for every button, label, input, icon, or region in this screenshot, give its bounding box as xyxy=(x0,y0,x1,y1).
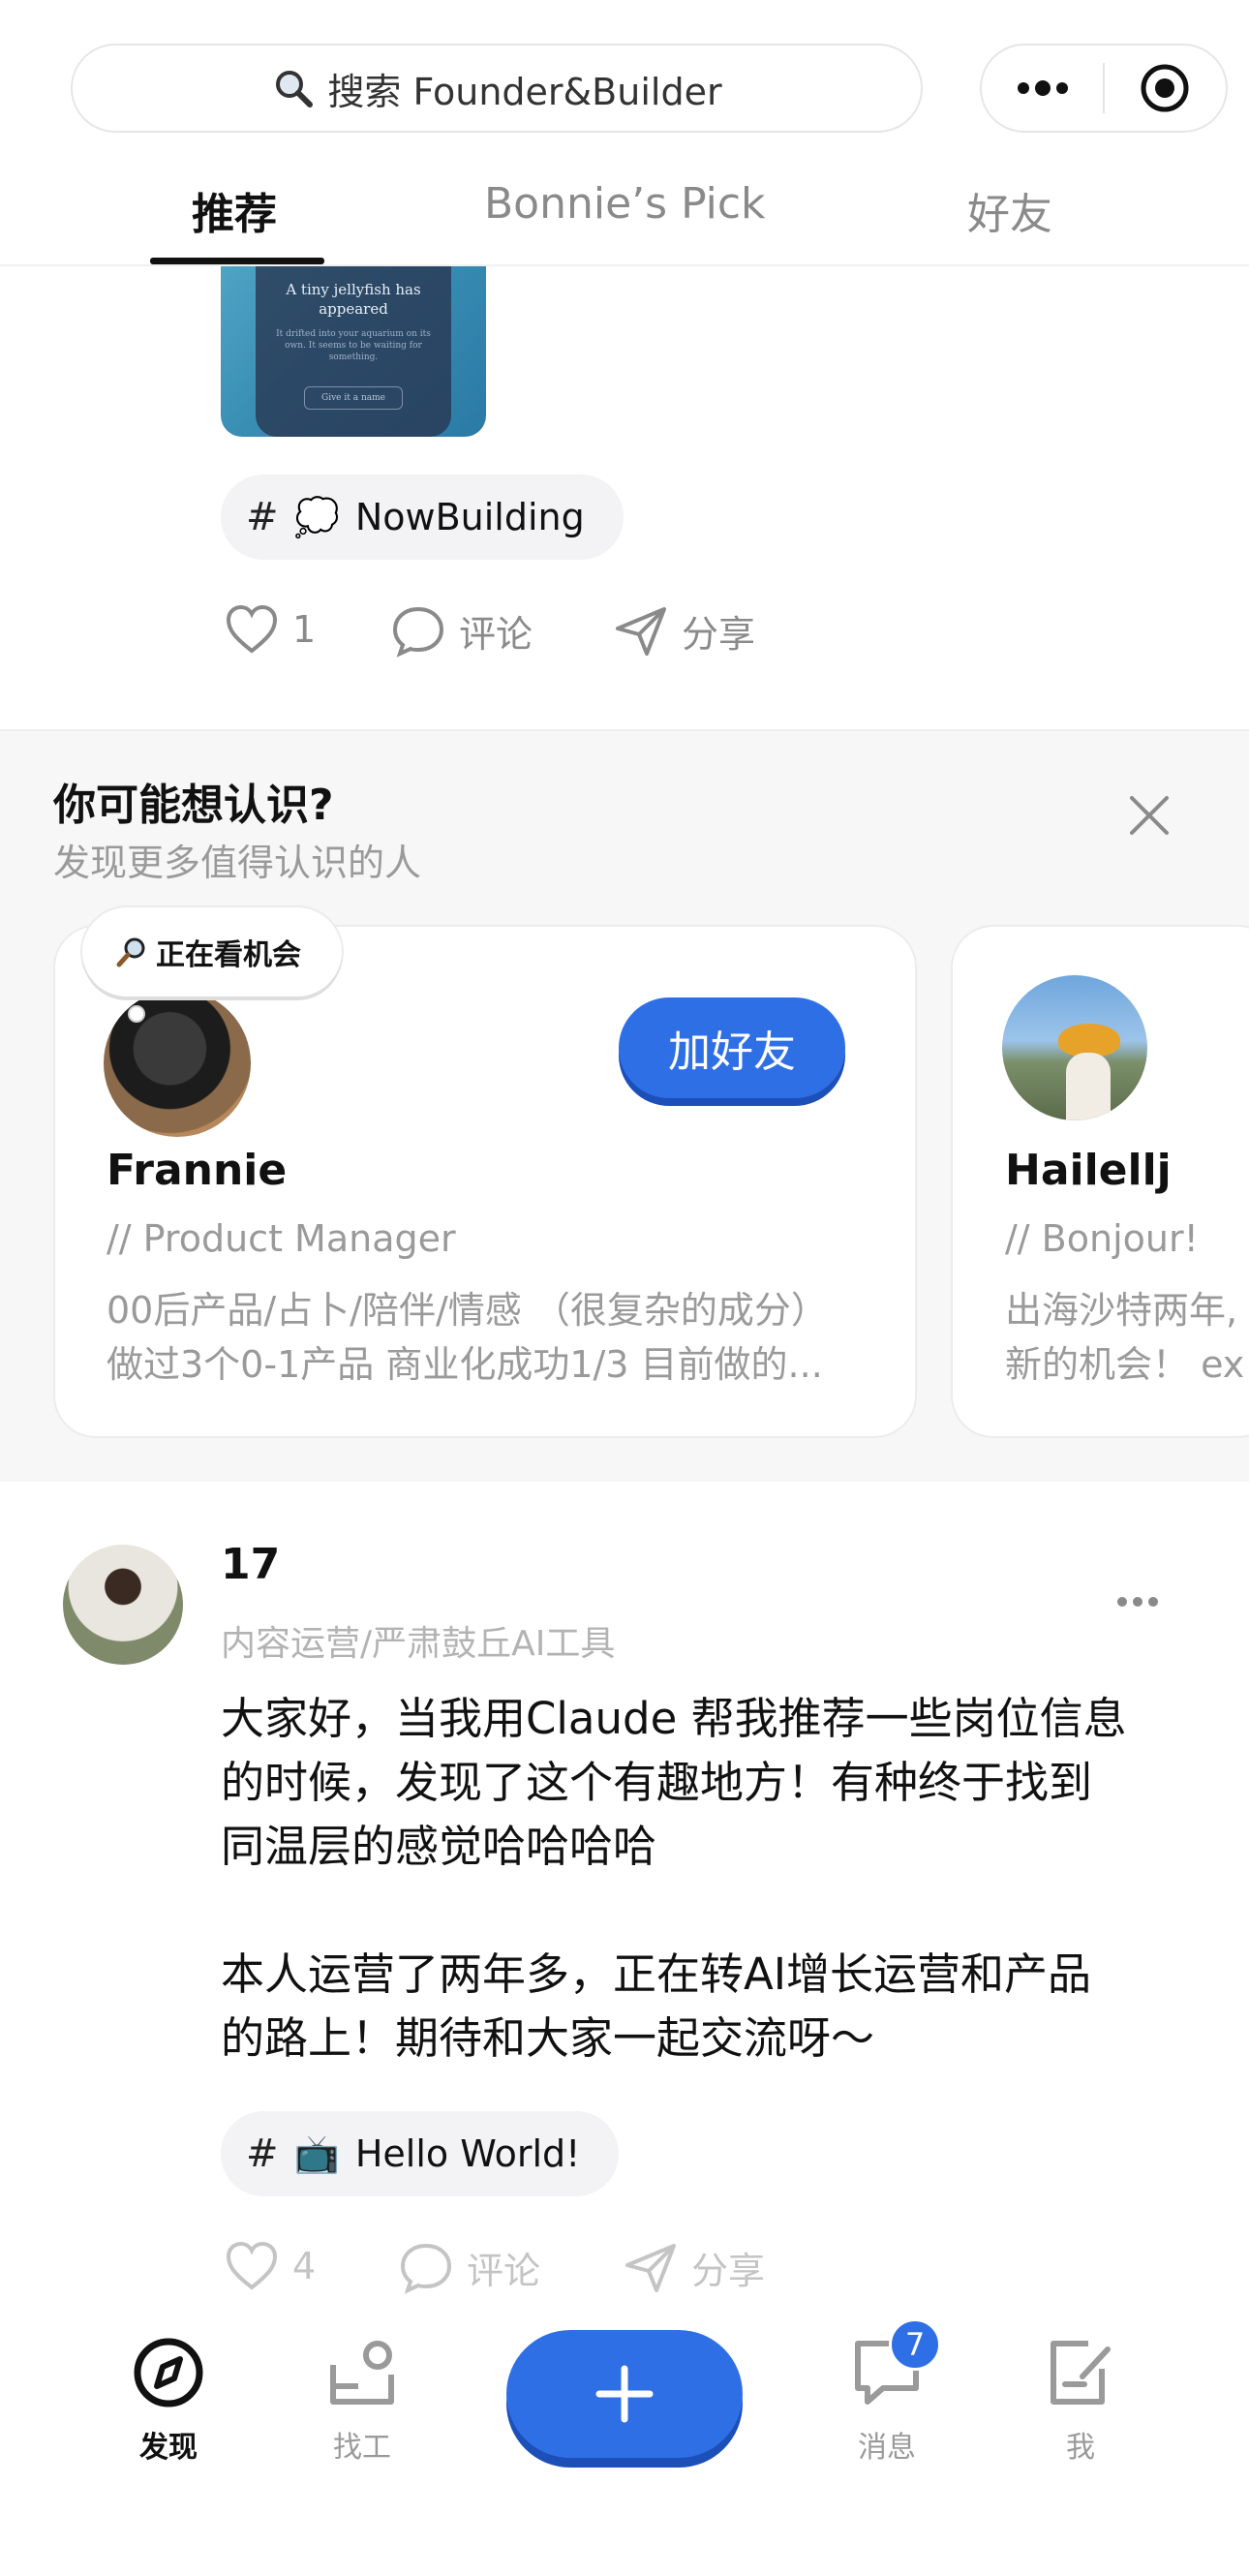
magnifier-icon xyxy=(115,935,148,968)
image-button-label: Give it a name xyxy=(304,386,403,410)
comment-icon xyxy=(400,2243,452,2294)
person-name: Frannie xyxy=(107,1146,288,1195)
comment-button[interactable]: 评论 xyxy=(391,604,533,658)
like-count: 1 xyxy=(292,608,317,651)
target-icon xyxy=(1141,64,1189,112)
person-bio-line1: 00后产品/占卜/陪伴/情感 （很复杂的成分） xyxy=(107,1289,828,1332)
avatar[interactable] xyxy=(63,1545,183,1665)
tag-emoji: 📺 xyxy=(293,2131,340,2175)
tag-emoji: 💭 xyxy=(293,495,340,538)
nav-messages[interactable]: 消息 xyxy=(809,2336,964,2466)
person-title: // Product Manager xyxy=(107,1217,456,1260)
image-panel: A tiny jellyfish has appeared It drifted… xyxy=(256,266,451,437)
tag-label: Hello World! xyxy=(354,2132,581,2175)
heart-icon xyxy=(226,604,278,654)
more-dots-icon xyxy=(1017,80,1068,96)
hash-icon: # xyxy=(246,495,279,539)
comment-icon xyxy=(392,606,444,658)
send-icon xyxy=(625,2243,676,2292)
post-line: 大家好，当我用Claude 帮我推荐一些岗位信息 xyxy=(221,1693,1127,1744)
tab-friends[interactable]: 好友 xyxy=(967,179,1052,241)
tag-label: NowBuilding xyxy=(354,496,585,538)
status-text: 正在看机会 xyxy=(156,938,301,972)
nav-me[interactable]: 我 xyxy=(1003,2336,1158,2466)
comment-label: 评论 xyxy=(467,2250,541,2292)
person-bio-line2: 新的机会！ ex xyxy=(1005,1343,1245,1386)
nav-find-work[interactable]: 找工 xyxy=(285,2336,440,2466)
comment-label: 评论 xyxy=(459,613,533,656)
section-title: 你可能想认识? xyxy=(53,781,334,830)
nav-label: 我 xyxy=(1066,2431,1095,2465)
author-name[interactable]: 17 xyxy=(221,1540,280,1589)
mini-program-capsule xyxy=(980,44,1228,133)
tab-bonnies-pick[interactable]: Bonnie’s Pick xyxy=(484,179,766,229)
search-icon xyxy=(271,66,316,110)
comment-button[interactable]: 评论 xyxy=(399,2241,540,2294)
active-tab-indicator xyxy=(150,258,324,264)
bubble-tail xyxy=(128,1005,145,1023)
job-board-icon xyxy=(330,2341,394,2405)
image-text: It drifted into your aquarium on its own… xyxy=(276,329,431,362)
author-role: 内容运营/严肃鼓丘AI工具 xyxy=(221,1624,616,1664)
like-button[interactable]: 1 xyxy=(225,604,316,655)
avatar[interactable] xyxy=(1002,975,1147,1120)
send-icon xyxy=(616,606,666,656)
tab-recommend[interactable]: 推荐 xyxy=(192,179,277,241)
search-bar[interactable]: 搜索 Founder&Builder xyxy=(71,44,923,133)
profile-edit-icon xyxy=(1051,2341,1111,2405)
avatar[interactable] xyxy=(104,990,251,1137)
share-label: 分享 xyxy=(682,613,756,656)
more-options-button[interactable] xyxy=(982,46,1103,131)
post-line: 的路上！期待和大家一起交流呀～ xyxy=(221,2012,875,2064)
close-icon[interactable] xyxy=(1126,792,1173,839)
nav-label: 发现 xyxy=(139,2431,198,2465)
nav-discover[interactable]: 发现 xyxy=(91,2336,246,2466)
person-name: Hailellj xyxy=(1005,1146,1172,1195)
unread-badge: 7 xyxy=(889,2318,941,2371)
like-count: 4 xyxy=(292,2245,317,2287)
share-button[interactable]: 分享 xyxy=(624,2241,765,2294)
close-program-button[interactable] xyxy=(1105,46,1226,131)
post-line: 本人运营了两年多，正在转AI增长运营和产品 xyxy=(221,1948,1092,2000)
person-bio-line1: 出海沙特两年, xyxy=(1005,1289,1238,1332)
image-title: A tiny jellyfish has appeared xyxy=(286,281,421,318)
search-placeholder: 搜索 Founder&Builder xyxy=(327,70,722,113)
more-icon[interactable] xyxy=(1116,1596,1159,1608)
like-button[interactable]: 4 xyxy=(225,2241,316,2291)
person-title: // Bonjour! xyxy=(1005,1217,1199,1260)
person-bio-line2: 做过3个0-1产品 商业化成功1/3 目前做的... xyxy=(107,1343,823,1386)
nav-label: 消息 xyxy=(858,2431,916,2465)
topic-tag[interactable]: # 📺 Hello World! xyxy=(221,2111,620,2196)
create-post-button[interactable] xyxy=(506,2330,743,2458)
share-label: 分享 xyxy=(691,2250,766,2292)
heart-icon xyxy=(226,2241,278,2290)
plus-icon xyxy=(595,2365,654,2423)
tabs-divider xyxy=(0,264,1249,266)
post-image[interactable]: A tiny jellyfish has appeared It drifted… xyxy=(221,266,486,437)
post-body: 大家好，当我用Claude 帮我推荐一些岗位信息 的时候，发现了这个有趣地方！有… xyxy=(221,1687,1189,2070)
status-bubble: 正在看机会 xyxy=(82,907,342,997)
nav-label: 找工 xyxy=(333,2431,391,2465)
section-subtitle: 发现更多值得认识的人 xyxy=(53,842,422,884)
hash-icon: # xyxy=(246,2131,279,2176)
share-button[interactable]: 分享 xyxy=(614,604,755,658)
compass-icon xyxy=(134,2338,203,2407)
topic-tag[interactable]: # 💭 NowBuilding xyxy=(221,475,624,560)
post-line: 的时候，发现了这个有趣地方！有种终于找到 xyxy=(221,1757,1093,1808)
add-friend-button[interactable]: 加好友 xyxy=(619,997,845,1098)
post-line: 同温层的感觉哈哈哈哈 xyxy=(221,1821,657,1872)
